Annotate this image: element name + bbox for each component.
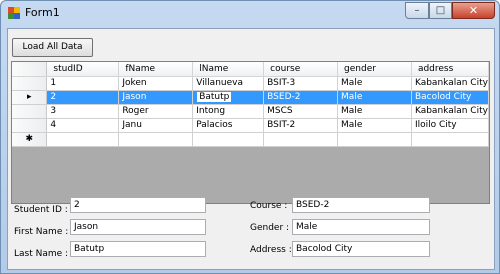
first-name-field[interactable]: Jason [70, 219, 206, 235]
table-row-selected[interactable]: ▸ 2 Jason Batutp BSED-2 Male Bacolod Cit… [12, 90, 489, 105]
table-cell[interactable]: Roger [118, 104, 194, 119]
row-header[interactable] [12, 76, 48, 91]
table-cell[interactable]: 2 [46, 90, 120, 105]
grid-header-row: studID fName lName course gender address [12, 62, 489, 77]
table-cell[interactable]: Male [337, 90, 412, 105]
course-label: Course : [250, 201, 288, 211]
maximize-button[interactable]: □ [429, 2, 452, 19]
grid-table: studID fName lName course gender address… [12, 62, 489, 147]
table-cell[interactable] [192, 132, 265, 147]
first-name-label: First Name : [14, 227, 69, 237]
address-field[interactable]: Bacolod City [292, 241, 430, 257]
row-header-current-arrow-icon[interactable]: ▸ [12, 90, 48, 105]
window-title: Form1 [25, 6, 60, 19]
table-row[interactable]: 4 Janu Palacios BSIT-2 Male Iloilo City [12, 118, 489, 133]
table-cell[interactable]: Joken [118, 76, 194, 91]
last-name-field[interactable]: Batutp [70, 241, 206, 257]
table-cell[interactable]: 3 [46, 104, 120, 119]
load-all-data-button[interactable]: Load All Data [12, 38, 93, 57]
gender-field[interactable]: Male [292, 219, 430, 235]
table-cell[interactable]: Male [337, 76, 412, 91]
table-cell[interactable] [118, 132, 194, 147]
table-cell[interactable] [46, 132, 120, 147]
row-header[interactable] [12, 118, 48, 133]
table-cell[interactable]: Kabankalan City [411, 104, 489, 119]
row-header[interactable] [12, 104, 48, 119]
address-label: Address : [250, 245, 292, 255]
table-cell[interactable] [411, 132, 489, 147]
column-header-fname[interactable]: fName [118, 62, 194, 77]
column-header-studid[interactable]: studID [46, 62, 120, 77]
maximize-icon: □ [435, 5, 446, 16]
table-cell[interactable]: Janu [118, 118, 194, 133]
table-cell[interactable]: 4 [46, 118, 120, 133]
table-cell[interactable]: Villanueva [192, 76, 265, 91]
minimize-icon: – [414, 5, 420, 16]
grid-corner-header[interactable] [12, 62, 48, 77]
table-cell[interactable]: Iloilo City [411, 118, 489, 133]
table-cell[interactable] [263, 132, 339, 147]
table-cell[interactable]: 1 [46, 76, 120, 91]
table-cell[interactable]: BSIT-3 [263, 76, 339, 91]
column-header-gender[interactable]: gender [337, 62, 412, 77]
cell-edit-text[interactable]: Batutp [196, 91, 233, 103]
table-cell[interactable]: Bacolod City [411, 90, 489, 105]
table-cell-editing[interactable]: Batutp [192, 90, 265, 105]
close-button[interactable]: ✕ [452, 2, 495, 19]
table-cell[interactable]: MSCS [263, 104, 339, 119]
new-row[interactable]: ✱ [12, 132, 489, 147]
table-cell[interactable]: Male [337, 118, 412, 133]
table-cell[interactable]: Intong [192, 104, 265, 119]
app-icon [8, 7, 20, 19]
form-client-area: Load All Data studID fName lName course … [7, 28, 495, 270]
table-cell[interactable]: BSIT-2 [263, 118, 339, 133]
student-id-label: Student ID : [14, 205, 68, 215]
last-name-label: Last Name : [14, 249, 69, 259]
column-header-address[interactable]: address [411, 62, 489, 77]
table-cell[interactable]: Jason [118, 90, 194, 105]
minimize-button[interactable]: – [405, 2, 429, 19]
new-row-asterisk-icon[interactable]: ✱ [12, 132, 48, 147]
table-cell[interactable] [337, 132, 412, 147]
course-field[interactable]: BSED-2 [292, 197, 430, 213]
table-cell[interactable]: Male [337, 104, 412, 119]
table-cell[interactable]: BSED-2 [263, 90, 339, 105]
app-window: Form1 – □ ✕ Load All Data studID fName l… [0, 0, 500, 274]
column-header-lname[interactable]: lName [192, 62, 265, 77]
student-id-field[interactable]: 2 [70, 197, 206, 213]
data-grid[interactable]: studID fName lName course gender address… [11, 61, 490, 204]
table-cell[interactable]: Palacios [192, 118, 265, 133]
column-header-course[interactable]: course [263, 62, 339, 77]
table-row[interactable]: 1 Joken Villanueva BSIT-3 Male Kabankala… [12, 76, 489, 91]
title-bar[interactable]: Form1 – □ ✕ [1, 1, 499, 27]
gender-label: Gender : [250, 223, 290, 233]
close-icon: ✕ [468, 4, 479, 17]
table-row[interactable]: 3 Roger Intong MSCS Male Kabankalan City [12, 104, 489, 119]
table-cell[interactable]: Kabankalan City [411, 76, 489, 91]
